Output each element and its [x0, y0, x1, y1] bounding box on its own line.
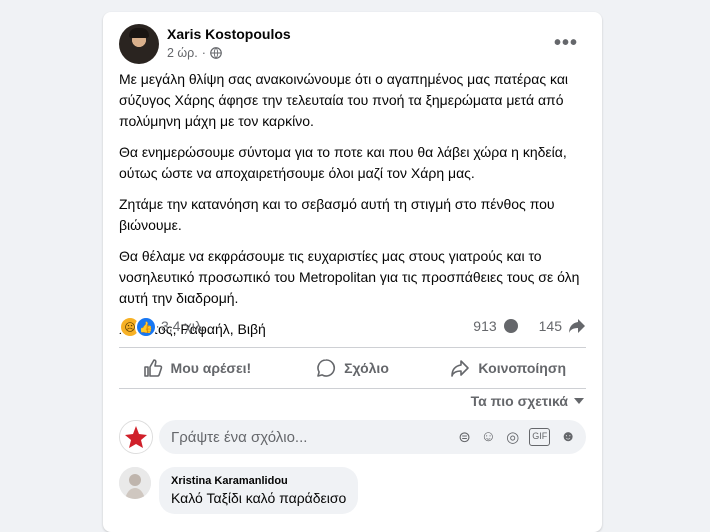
post-card: Xaris Kostopoulos 2 ώρ. · ••• Με μεγάλη …	[103, 12, 602, 532]
action-bar: Μου αρέσει! Σχόλιο Κοινοποίηση	[119, 351, 586, 385]
user-avatar[interactable]	[119, 420, 153, 454]
like-button[interactable]: Μου αρέσει!	[119, 351, 275, 385]
comment-count[interactable]: 913	[473, 318, 496, 334]
comment-composer: Γράψτε ένα σχόλιο... ⊜ ☺ ◎ GIF ☻	[119, 420, 586, 456]
gif-icon[interactable]: GIF	[529, 428, 551, 446]
sort-label: Τα πιο σχετικά	[470, 393, 568, 409]
author-avatar[interactable]	[119, 24, 159, 64]
share-label: Κοινοποίηση	[478, 360, 566, 376]
divider	[119, 388, 586, 389]
post-paragraph: Ζητάμε την κατανόηση και το σεβασμό αυτή…	[119, 196, 555, 233]
emoji-icon[interactable]: ☺	[481, 428, 496, 446]
post-paragraph: Θα θέλαμε να εκφράσουμε τις ευχαριστίες …	[119, 248, 580, 306]
camera-icon[interactable]: ◎	[506, 428, 519, 446]
comment-sort-dropdown[interactable]: Τα πιο σχετικά	[471, 393, 584, 409]
commenter-avatar[interactable]	[119, 467, 151, 499]
commenter-avatar-image	[119, 467, 151, 499]
reaction-icons[interactable]: ☹ 👍	[119, 316, 157, 338]
comment-input[interactable]: Γράψτε ένα σχόλιο... ⊜ ☺ ◎ GIF ☻	[159, 420, 586, 454]
share-icon	[451, 360, 470, 377]
post-body: Με μεγάλη θλίψη σας ανακοινώνουμε ότι ο …	[119, 69, 586, 350]
comment-text: Καλό Ταξίδι καλό παράδεισο	[171, 490, 347, 506]
author-name[interactable]: Xaris Kostopoulos	[167, 26, 291, 42]
sticker-icon[interactable]: ⊜	[458, 428, 471, 446]
caret-down-icon	[574, 398, 584, 404]
comment-placeholder: Γράψτε ένα σχόλιο...	[171, 429, 308, 446]
post-header: Xaris Kostopoulos 2 ώρ. · •••	[119, 24, 590, 66]
reactions-summary: ☹ 👍 3,4 χιλ. 913 145	[119, 316, 586, 338]
meta-separator: ·	[201, 46, 206, 60]
comment-count-icon	[503, 319, 518, 333]
comment-label: Σχόλιο	[344, 360, 389, 376]
comment-bubble: Xristina Karamanlidou Καλό Ταξίδι καλό π…	[159, 467, 359, 514]
divider	[119, 347, 586, 348]
share-count[interactable]: 145	[539, 318, 562, 334]
composer-tools: ⊜ ☺ ◎ GIF ☻	[458, 428, 576, 446]
post-meta: 2 ώρ. ·	[167, 46, 222, 60]
post-paragraph: Θα ενημερώσουμε σύντομα για το ποτε και …	[119, 144, 567, 181]
user-avatar-logo-icon	[120, 421, 152, 453]
comment-button[interactable]: Σχόλιο	[275, 351, 431, 385]
commenter-name[interactable]: Xristina Karamanlidou	[171, 475, 346, 487]
post-paragraph: Με μεγάλη θλίψη σας ανακοινώνουμε ότι ο …	[119, 71, 569, 129]
reaction-count[interactable]: 3,4 χιλ.	[161, 318, 206, 334]
engagement-counts: 913 145	[473, 318, 586, 334]
like-icon	[143, 359, 162, 377]
globe-icon	[210, 47, 222, 59]
like-label: Μου αρέσει!	[170, 360, 252, 376]
post-time[interactable]: 2 ώρ.	[167, 46, 198, 60]
share-button[interactable]: Κοινοποίηση	[430, 351, 586, 385]
avatar-sticker-icon[interactable]: ☻	[560, 428, 576, 446]
comment-icon	[317, 359, 336, 377]
like-reaction-icon: 👍	[135, 316, 157, 338]
share-count-icon	[569, 319, 585, 333]
more-icon[interactable]: •••	[554, 32, 578, 55]
